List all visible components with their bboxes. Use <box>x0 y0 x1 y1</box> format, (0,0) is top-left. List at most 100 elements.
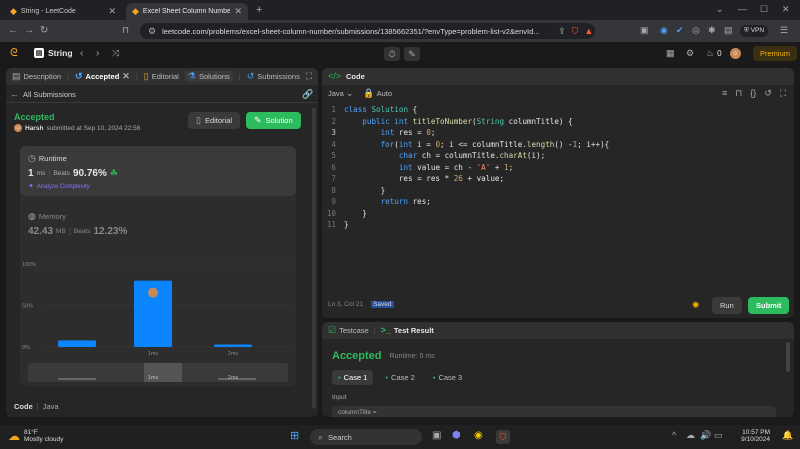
extension-icon[interactable]: ◎ <box>692 26 700 35</box>
chart-x-tick-label: 2ms <box>228 351 239 357</box>
extension-icon[interactable]: ✔ <box>676 26 684 35</box>
runtime-card[interactable]: ◷ Runtime 1 ms | Beats 90.76% ☘ ✦ Analyz… <box>20 146 296 196</box>
analyze-complexity-link[interactable]: ✦ Analyze Complexity <box>28 183 90 190</box>
browser-menu-icon[interactable]: ☰ <box>780 26 788 35</box>
sidebar-icon[interactable]: ▤ <box>724 26 733 35</box>
case-1-tab[interactable]: • Case 1 <box>332 370 374 385</box>
layout-icon[interactable]: ▦ <box>666 49 675 58</box>
chrome-icon[interactable]: ◉ <box>474 431 483 441</box>
prev-problem-icon[interactable]: ‹ <box>80 49 83 59</box>
share-link-icon[interactable]: 🔗 <box>302 90 313 99</box>
expand-panel-icon[interactable]: ⛶ <box>306 72 312 81</box>
tray-chevron-icon[interactable]: ^ <box>672 431 676 440</box>
editorial-button[interactable]: ▯ Editorial <box>188 112 241 129</box>
tab-editorial[interactable]: ▯ Editorial <box>144 72 179 82</box>
browser-tab-string[interactable]: ◆ String - LeetCode ✕ <box>4 3 122 20</box>
settings-gear-icon[interactable]: ⚙ <box>686 49 694 58</box>
format-icon[interactable]: ≡ <box>722 89 727 98</box>
onedrive-icon[interactable]: ☁ <box>686 431 695 440</box>
extension-icon[interactable]: ▣ <box>640 26 649 35</box>
extension-icon[interactable]: ◉ <box>660 26 668 35</box>
brave-taskbar-icon[interactable]: ⛉ <box>496 430 510 444</box>
close-tab-icon[interactable]: ✕ <box>234 7 242 16</box>
tab-accepted[interactable]: ↺ Accepted ✕ <box>75 72 130 82</box>
cursor-position: Ln 3, Col 21 <box>328 301 364 308</box>
run-button[interactable]: Run <box>712 297 742 314</box>
braces-icon[interactable]: {} <box>750 89 756 98</box>
reload-icon[interactable]: ↻ <box>40 26 48 36</box>
minimize-icon[interactable]: — <box>738 5 747 14</box>
site-info-icon[interactable]: ⚙ <box>148 26 156 36</box>
notes-icon[interactable]: ✎ <box>404 47 420 61</box>
tab-favicon-icon: ◆ <box>132 6 139 16</box>
memory-beats: 12.23% <box>93 226 128 237</box>
code-line: 5 char ch = columnTitle.charAt(i); <box>331 151 546 160</box>
battery-icon[interactable]: ▭ <box>714 431 723 440</box>
extensions-puzzle-icon[interactable]: ✱ <box>708 26 716 35</box>
close-tab-icon[interactable]: ✕ <box>122 72 130 81</box>
performance-card: ◷ Runtime 1 ms | Beats 90.76% ☘ ✦ Analyz… <box>20 146 296 386</box>
timer-icon[interactable]: ⏱ <box>384 47 400 61</box>
chart-minimap-bar <box>58 378 96 380</box>
avatar[interactable]: ☺ <box>14 124 22 132</box>
test-panel-header: ☑ Testcase | >_ Test Result <box>322 322 794 339</box>
share-icon[interactable]: ⇪ <box>558 26 566 36</box>
leetcode-logo-icon[interactable]: ᘓ <box>10 48 18 59</box>
debug-icon[interactable]: ✺ <box>692 301 700 310</box>
back-icon[interactable]: ← <box>8 26 18 36</box>
premium-button[interactable]: Premium <box>753 46 798 61</box>
next-problem-icon[interactable]: › <box>96 49 99 59</box>
problem-list-button[interactable]: ▤ String <box>34 48 73 58</box>
code-area[interactable]: 1 class Solution { 2 public int titleToNu… <box>322 104 794 284</box>
brave-shield-icon[interactable]: ⛉ <box>572 26 579 36</box>
random-problem-icon[interactable]: ⤨ <box>112 49 119 58</box>
forward-icon[interactable]: → <box>24 26 34 36</box>
url-bar[interactable]: ⚙ leetcode.com/problems/excel-sheet-colu… <box>140 23 595 39</box>
notification-bell-icon[interactable]: 🔔 <box>782 431 793 440</box>
tab-submissions[interactable]: ↺ Submissions <box>247 72 300 82</box>
tab-solutions[interactable]: ⚗ Solutions <box>184 71 233 82</box>
task-view-icon[interactable]: ▣ <box>432 431 441 441</box>
solution-button[interactable]: ✎ Solution <box>246 112 301 129</box>
test-scrollbar[interactable] <box>786 342 790 372</box>
bookmark-icon[interactable]: ⊓ <box>735 89 742 98</box>
speaker-icon[interactable]: 🔊 <box>700 431 711 440</box>
teams-icon[interactable]: ⬢ <box>452 431 461 441</box>
brave-rewards-icon[interactable]: ▲ <box>584 26 593 36</box>
bookmark-icon[interactable]: ⊓ <box>122 26 129 35</box>
list-icon: ▤ <box>34 48 44 58</box>
weather-widget[interactable]: ☁ 81°F Mostly cloudy <box>8 429 63 443</box>
close-window-icon[interactable]: ✕ <box>782 5 790 14</box>
maximize-icon[interactable]: ☐ <box>760 5 768 14</box>
taskbar-search[interactable]: ⌕ Search <box>310 429 422 445</box>
chart-bar <box>214 344 252 347</box>
auto-mode-toggle[interactable]: 🔒 Auto <box>363 89 392 99</box>
browser-tab-excel[interactable]: ◆ Excel Sheet Column Number - L ✕ <box>126 3 248 20</box>
reset-icon[interactable]: ↺ <box>764 89 772 98</box>
tab-description[interactable]: ▤ Description <box>12 72 61 82</box>
new-tab-button[interactable]: + <box>256 5 262 16</box>
streak-counter[interactable]: ♨ 0 <box>706 49 722 59</box>
language-select[interactable]: Java ⌄ <box>328 89 353 99</box>
runtime-distribution-chart[interactable]: 100% 50% 0% 1ms 2ms 1ms 2ms <box>20 256 296 386</box>
system-clock[interactable]: 10:57 PM 9/10/2024 <box>730 429 770 443</box>
vpn-button[interactable]: ⛨ VPN <box>740 25 769 37</box>
tab-search-icon[interactable]: ⌄ <box>716 5 724 14</box>
sparkle-icon: ✦ <box>28 183 34 190</box>
submit-button[interactable]: Submit <box>748 297 790 314</box>
chart-y-tick-label: 0% <box>22 345 30 351</box>
left-scrollbar[interactable] <box>312 108 316 408</box>
memory-card[interactable]: ◍ Memory <box>28 212 66 222</box>
avatar[interactable]: ☺ <box>730 48 741 59</box>
chart-y-tick-label: 50% <box>22 304 33 310</box>
submission-status: Accepted <box>14 112 55 122</box>
case-3-tab[interactable]: • Case 3 <box>427 370 468 385</box>
close-tab-icon[interactable]: ✕ <box>108 7 116 16</box>
case-2-tab[interactable]: • Case 2 <box>379 370 420 385</box>
tab-test-result[interactable]: >_ Test Result <box>381 326 434 336</box>
fullscreen-icon[interactable]: ⛶ <box>780 89 786 98</box>
windows-start-icon[interactable]: ⊞ <box>290 431 299 442</box>
tab-testcase[interactable]: ☑ Testcase <box>328 326 369 336</box>
all-submissions-link[interactable]: ← All Submissions <box>10 90 76 100</box>
clock-icon: ◷ <box>28 153 36 163</box>
